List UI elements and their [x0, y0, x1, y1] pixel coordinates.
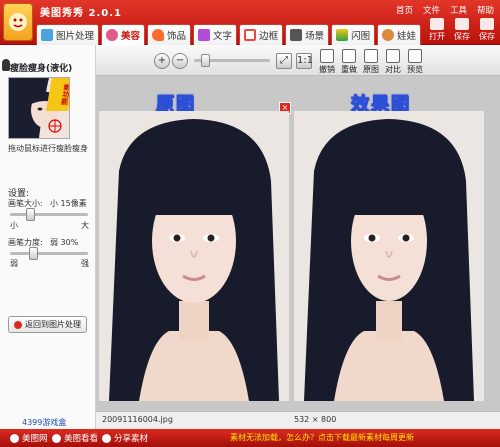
brush-power-slider[interactable] [10, 247, 88, 260]
brush-size-min: 小 [10, 221, 18, 230]
zoom-slider-handle[interactable] [201, 54, 210, 67]
brush-power-max: 强 [81, 259, 89, 268]
zoom-in-button[interactable]: + [154, 53, 170, 69]
material-notice[interactable]: 素材无法加载，怎么办？点击下载最新素材每周更新 [230, 432, 414, 443]
tab-accessories[interactable]: 饰品 [147, 24, 192, 45]
actual-size-button[interactable]: 1:1 [296, 53, 313, 69]
app-title: 美图秀秀 2.0.1 [40, 8, 122, 19]
doll-icon [382, 29, 395, 41]
header: 美图秀秀 2.0.1 首页 文件 工具 帮助 打开 保存 保存 图片处理 美容 … [0, 0, 500, 45]
redo-icon [342, 49, 356, 63]
fit-window-button[interactable]: ⤢ [276, 53, 292, 69]
view-toolbar: + − ⤢ 1:1 撤销 重做 原图 对比 预览 [96, 45, 500, 76]
brush-size-value: 小 15像素 [50, 199, 87, 208]
share-icon [102, 433, 111, 443]
viewer-icon [52, 433, 61, 443]
slim-tool-icon [2, 59, 10, 71]
games-link[interactable]: 4399游戏盒 [22, 417, 66, 428]
meitu-viewer-link[interactable]: 美图看看 [52, 432, 98, 444]
zoom-slider[interactable] [194, 54, 270, 67]
status-bar: 20091116004.jpg 532 × 800 [96, 411, 500, 430]
brush-size-slider-handle[interactable] [26, 208, 35, 221]
tab-photo-edit[interactable]: 图片处理 [36, 24, 100, 45]
brush-power-value: 弱 30% [50, 238, 79, 247]
meitu-site-link[interactable]: 美图网 [10, 432, 48, 444]
left-panel: 瘦脸瘦身(液化) 新功能 拖动鼠标进行瘦脸瘦身 设置: 画笔大小: 小 15像素… [0, 45, 96, 429]
effect-photo[interactable] [294, 111, 484, 401]
heart-icon [152, 29, 165, 41]
status-dimensions: 532 × 800 [294, 415, 337, 424]
brush-size-slider[interactable] [10, 208, 88, 221]
undo-button[interactable]: 撤销 [316, 49, 338, 75]
save-icon [455, 18, 469, 30]
brush-power-min: 弱 [10, 259, 18, 268]
brush-size-label: 画笔大小: [8, 199, 43, 208]
scene-icon [290, 29, 303, 41]
tab-text[interactable]: 文字 [193, 24, 238, 45]
undo-icon [320, 49, 334, 63]
back-icon [14, 320, 22, 329]
original-icon [364, 49, 378, 63]
original-button[interactable]: 原图 [360, 49, 382, 75]
menu-home[interactable]: 首页 [396, 4, 413, 16]
tool-preview-thumbnail: 新功能 [8, 77, 70, 139]
preview-button[interactable]: 预览 [404, 49, 426, 75]
folder-icon [430, 18, 444, 30]
menu-file[interactable]: 文件 [423, 4, 440, 16]
tab-flash[interactable]: 闪图 [331, 24, 376, 45]
tab-scene[interactable]: 场景 [285, 24, 330, 45]
brush-size-max: 大 [81, 221, 89, 230]
text-icon [198, 29, 211, 41]
tool-hint: 拖动鼠标进行瘦脸瘦身 [8, 144, 88, 153]
meitu-icon [10, 433, 19, 443]
tab-beauty[interactable]: 美容 [101, 24, 146, 45]
photo-icon [41, 29, 53, 41]
app-logo-icon [3, 3, 33, 41]
zoom-out-button[interactable]: − [172, 53, 188, 69]
bottom-bar: 美图网 美图看看 分享素材 素材无法加载，怎么办？点击下载最新素材每周更新 [0, 429, 500, 447]
top-menu: 首页 文件 工具 帮助 [396, 4, 494, 16]
frame-icon [244, 29, 257, 41]
face-icon [106, 29, 119, 41]
top-toolbar: 打开 保存 保存 [426, 18, 498, 42]
main-canvas: + − ⤢ 1:1 撤销 重做 原图 对比 预览 原图 效果图 × 200911… [96, 45, 500, 430]
open-button[interactable]: 打开 [426, 18, 448, 42]
menu-tools[interactable]: 工具 [450, 4, 467, 16]
tab-doll[interactable]: 娃娃 [377, 24, 422, 45]
tab-frame[interactable]: 边框 [239, 24, 284, 45]
compare-button[interactable]: 对比 [382, 49, 404, 75]
tab-bar: 图片处理 美容 饰品 文字 边框 场景 闪图 娃娃 [36, 22, 422, 45]
brush-power-slider-handle[interactable] [29, 247, 38, 260]
preview-icon [408, 49, 422, 63]
back-to-photo-edit-button[interactable]: 返回到图片处理 [8, 316, 87, 333]
brush-power-label: 画笔力度: [8, 238, 43, 247]
menu-help[interactable]: 帮助 [477, 4, 494, 16]
panel-title: 瘦脸瘦身(液化) [10, 64, 73, 74]
save-as-icon [480, 18, 494, 30]
share-material-link[interactable]: 分享素材 [102, 432, 148, 444]
redo-button[interactable]: 重做 [338, 49, 360, 75]
save-button[interactable]: 保存 [451, 18, 473, 42]
save-as-button[interactable]: 保存 [476, 18, 498, 42]
original-photo[interactable] [99, 111, 289, 401]
status-filename: 20091116004.jpg [102, 415, 173, 424]
flash-icon [336, 29, 349, 41]
app-window: 美图秀秀 2.0.1 首页 文件 工具 帮助 打开 保存 保存 图片处理 美容 … [0, 0, 500, 447]
compare-icon [386, 49, 400, 63]
